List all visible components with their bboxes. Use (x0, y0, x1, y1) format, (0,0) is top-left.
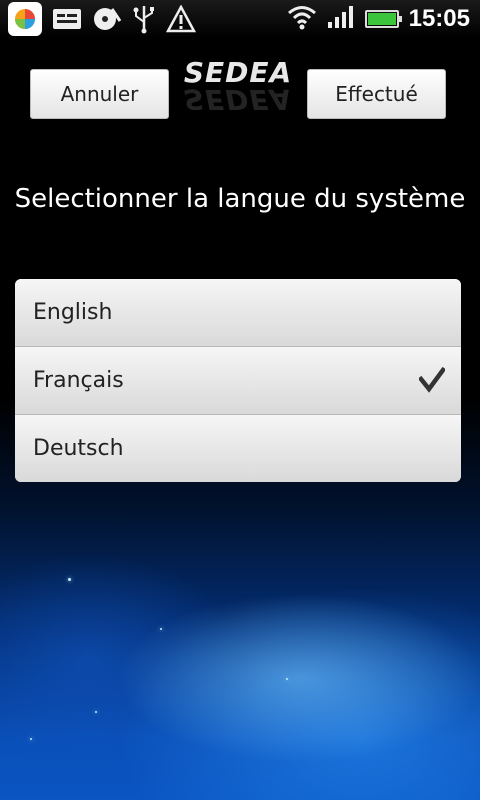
star (286, 678, 288, 680)
language-item-deutsch[interactable]: Deutsch (15, 415, 461, 482)
language-list: English Français Deutsch (15, 279, 461, 482)
checkmark-icon (419, 367, 445, 393)
done-button[interactable]: Effectué (307, 69, 446, 119)
app-store-icon[interactable] (8, 2, 42, 36)
warning-icon (166, 4, 196, 34)
language-item-english[interactable]: English (15, 279, 461, 347)
battery-icon (364, 10, 402, 28)
language-item-francais[interactable]: Français (15, 347, 461, 415)
logo-reflection: SEDEA (183, 88, 293, 110)
signal-icon (327, 5, 355, 33)
cancel-button[interactable]: Annuler (30, 69, 169, 119)
status-bar: 15:05 (0, 0, 480, 38)
usb-icon (132, 4, 156, 34)
language-label: English (33, 300, 113, 325)
star (68, 578, 71, 581)
language-label: Deutsch (33, 436, 124, 461)
logo-text: SEDEA (183, 56, 293, 89)
sedea-logo: SEDEA SEDEA (176, 56, 300, 111)
star (30, 738, 32, 740)
clock: 15:05 (408, 5, 470, 32)
page-title: Selectionner la langue du système (14, 184, 466, 214)
disk-icon (92, 4, 122, 34)
wifi-icon (287, 4, 317, 34)
sms-icon (52, 4, 82, 34)
language-label: Français (33, 368, 124, 393)
star (160, 628, 162, 630)
star (95, 711, 97, 713)
